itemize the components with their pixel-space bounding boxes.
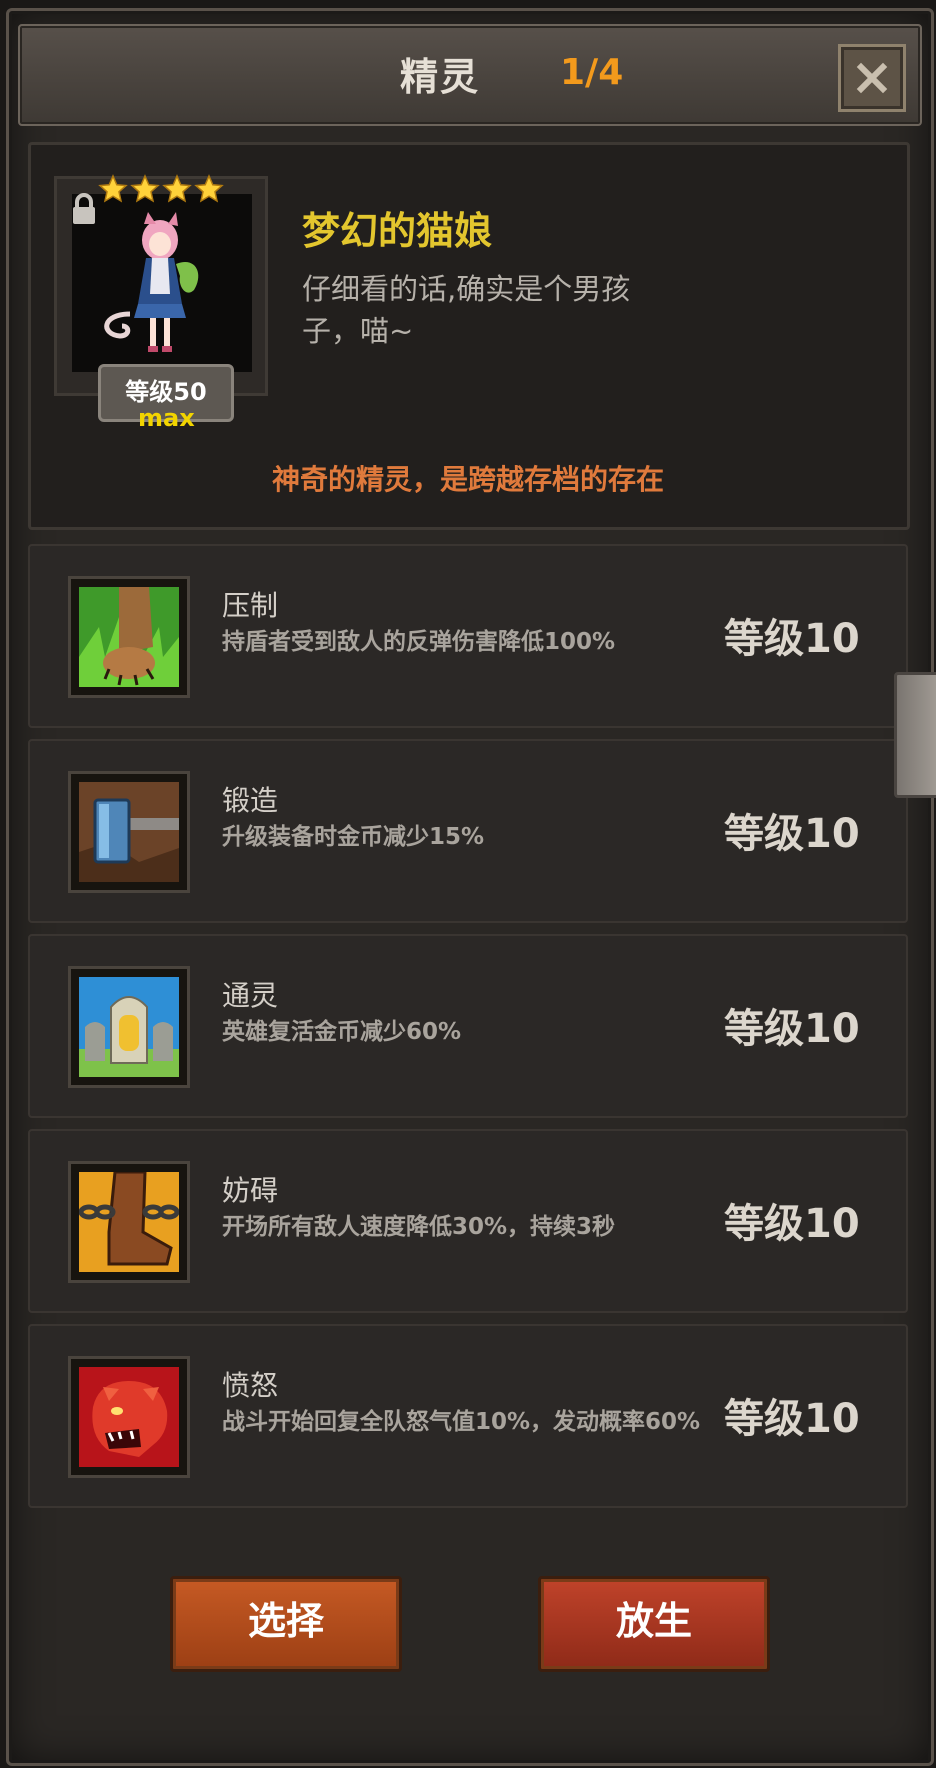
skill-description: 升级装备时金币减少15% [222,824,485,850]
spirit-portrait[interactable] [72,194,252,372]
skill-icon-frame [68,576,190,698]
star-icon [130,174,160,203]
panther-head-icon [79,1367,179,1467]
skill-level: 等级10 [724,1006,860,1052]
skill-description: 开场所有敌人速度降低30%，持续3秒 [222,1214,616,1240]
lock-icon[interactable] [70,192,98,226]
skill-row-rage[interactable]: 愤怒 战斗开始回复全队怒气值10%，发动概率60% 等级10 [28,1324,908,1508]
skill-row-forge[interactable]: 锻造 升级装备时金币减少15% 等级10 [28,739,908,923]
lion-paw-icon [79,587,179,687]
star-icon [98,174,128,203]
close-button[interactable] [838,44,906,112]
close-icon [856,62,888,94]
spirit-note: 神奇的精灵，是跨越存档的存在 [271,463,664,496]
skill-icon-frame [68,1161,190,1283]
skill-row-hinder[interactable]: 妨碍 开场所有敌人速度降低30%，持续3秒 等级10 [28,1129,908,1313]
skill-description: 战斗开始回复全队怒气值10%，发动概率60% [222,1409,701,1435]
hammer-icon [79,782,179,882]
skill-row-suppress[interactable]: 压制 持盾者受到敌人的反弹伤害降低100% 等级10 [28,544,908,728]
star-rating [98,174,224,204]
star-icon [162,174,192,203]
skill-description: 持盾者受到敌人的反弹伤害降低100% [222,629,616,655]
dialog-title: 精灵 [400,55,481,99]
select-button[interactable]: 选择 [170,1576,402,1672]
skill-name: 锻造 [222,784,279,817]
skill-description: 英雄复活金币减少60% [222,1019,462,1045]
skill-name: 妨碍 [222,1174,279,1207]
tombstone-icon [79,977,179,1077]
skill-name: 通灵 [222,979,279,1012]
skill-icon-frame [68,771,190,893]
skill-name: 压制 [222,589,279,622]
spirit-description: 仔细看的话,确实是个男孩子，喵~ [302,272,631,348]
skill-level: 等级10 [724,616,860,662]
release-button[interactable]: 放生 [538,1576,770,1672]
spirit-name: 梦幻的猫娘 [302,209,493,253]
skill-level: 等级10 [724,1201,860,1247]
skill-row-necromancy[interactable]: 通灵 英雄复活金币减少60% 等级10 [28,934,908,1118]
skill-level: 等级10 [724,1396,860,1442]
page-indicator: 1/4 [560,52,624,93]
cat-girl-sprite-icon [104,212,199,352]
side-scroll-tab[interactable] [894,672,936,798]
chained-boot-icon [79,1172,179,1272]
skill-level: 等级10 [724,811,860,857]
max-label: max [138,404,195,432]
star-icon [194,174,224,203]
skill-name: 愤怒 [222,1369,279,1402]
skill-icon-frame [68,1356,190,1478]
skill-icon-frame [68,966,190,1088]
